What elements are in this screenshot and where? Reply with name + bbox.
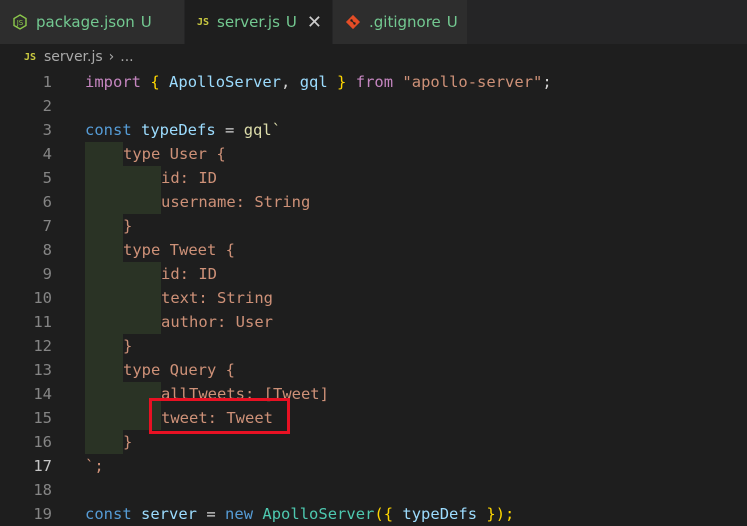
code-text: id: ID (161, 265, 217, 283)
code-line: 17 `; (0, 454, 747, 478)
svg-text:JS: JS (16, 19, 24, 27)
code-line: 7 } (0, 214, 747, 238)
code-text: `; (85, 457, 104, 475)
git-icon (345, 14, 361, 30)
line-number: 2 (42, 97, 52, 115)
untracked-badge: U (446, 13, 458, 31)
code-line: 5 id: ID (0, 166, 747, 190)
untracked-badge: U (285, 13, 297, 31)
code-line: 14 allTweets: [Tweet] (0, 382, 747, 406)
tab-label: .gitignore (369, 13, 441, 31)
close-icon[interactable]: ✕ (307, 12, 322, 33)
code-line: 2 (0, 94, 747, 118)
highlight-box (149, 398, 290, 434)
line-number: 7 (42, 217, 52, 235)
code-line: 9 id: ID (0, 262, 747, 286)
code-text: const server = new ApolloServer({ typeDe… (85, 505, 515, 523)
line-number: 18 (33, 481, 52, 499)
nodejs-icon: JS (12, 14, 28, 30)
code-editor[interactable]: 1 import { ApolloServer, gql } from "apo… (0, 70, 747, 523)
breadcrumb: JS server.js › ... (0, 44, 747, 70)
code-text: type User { (123, 145, 226, 163)
tab-label: package.json (36, 13, 135, 31)
line-number: 19 (33, 505, 52, 523)
untracked-badge: U (140, 13, 152, 31)
code-text: } (123, 337, 133, 355)
code-text: text: String (161, 289, 273, 307)
tab-gitignore[interactable]: .gitignore U (333, 0, 468, 44)
chevron-right-icon: › (108, 49, 115, 65)
code-line: 10 text: String (0, 286, 747, 310)
line-number: 1 (42, 73, 52, 91)
code-line: 12 } (0, 334, 747, 358)
line-number: 9 (42, 265, 52, 283)
line-number: 14 (33, 385, 52, 403)
breadcrumb-more[interactable]: ... (120, 49, 133, 65)
code-line: 8 type Tweet { (0, 238, 747, 262)
line-number: 5 (42, 169, 52, 187)
line-number: 16 (33, 433, 52, 451)
code-text: import { ApolloServer, gql } from "apoll… (85, 73, 552, 91)
tab-server-js[interactable]: JS server.js U ✕ (185, 0, 333, 44)
code-text: const typeDefs = gql` (85, 121, 282, 139)
tab-package-json[interactable]: JS package.json U (0, 0, 185, 44)
code-line: 11 author: User (0, 310, 747, 334)
line-number: 15 (33, 409, 52, 427)
code-line: 16 } (0, 430, 747, 454)
code-text: type Tweet { (123, 241, 235, 259)
code-line: 1 import { ApolloServer, gql } from "apo… (0, 70, 747, 94)
line-number: 17 (33, 457, 52, 475)
code-line: 13 type Query { (0, 358, 747, 382)
code-line: 3 const typeDefs = gql` (0, 118, 747, 142)
code-line: 6 username: String (0, 190, 747, 214)
code-text: } (123, 433, 133, 451)
tab-label: server.js (217, 13, 280, 31)
code-line: 4 type User { (0, 142, 747, 166)
line-number: 3 (42, 121, 52, 139)
line-number: 4 (42, 145, 52, 163)
line-number: 11 (33, 313, 52, 331)
code-text: } (123, 217, 133, 235)
tab-bar: JS package.json U JS server.js U ✕ .giti… (0, 0, 747, 44)
code-text: author: User (161, 313, 273, 331)
line-number: 6 (42, 193, 52, 211)
line-number: 10 (33, 289, 52, 307)
code-line: 15 tweet: Tweet (0, 406, 747, 430)
js-icon: JS (23, 51, 37, 63)
code-line: 18 (0, 478, 747, 502)
breadcrumb-file[interactable]: server.js (44, 49, 103, 65)
code-text: username: String (161, 193, 311, 211)
code-text: type Query { (123, 361, 235, 379)
js-icon: JS (197, 16, 210, 28)
line-number: 8 (42, 241, 52, 259)
line-number: 12 (33, 337, 52, 355)
code-text: id: ID (161, 169, 217, 187)
code-line: 19 const server = new ApolloServer({ typ… (0, 502, 747, 526)
line-number: 13 (33, 361, 52, 379)
